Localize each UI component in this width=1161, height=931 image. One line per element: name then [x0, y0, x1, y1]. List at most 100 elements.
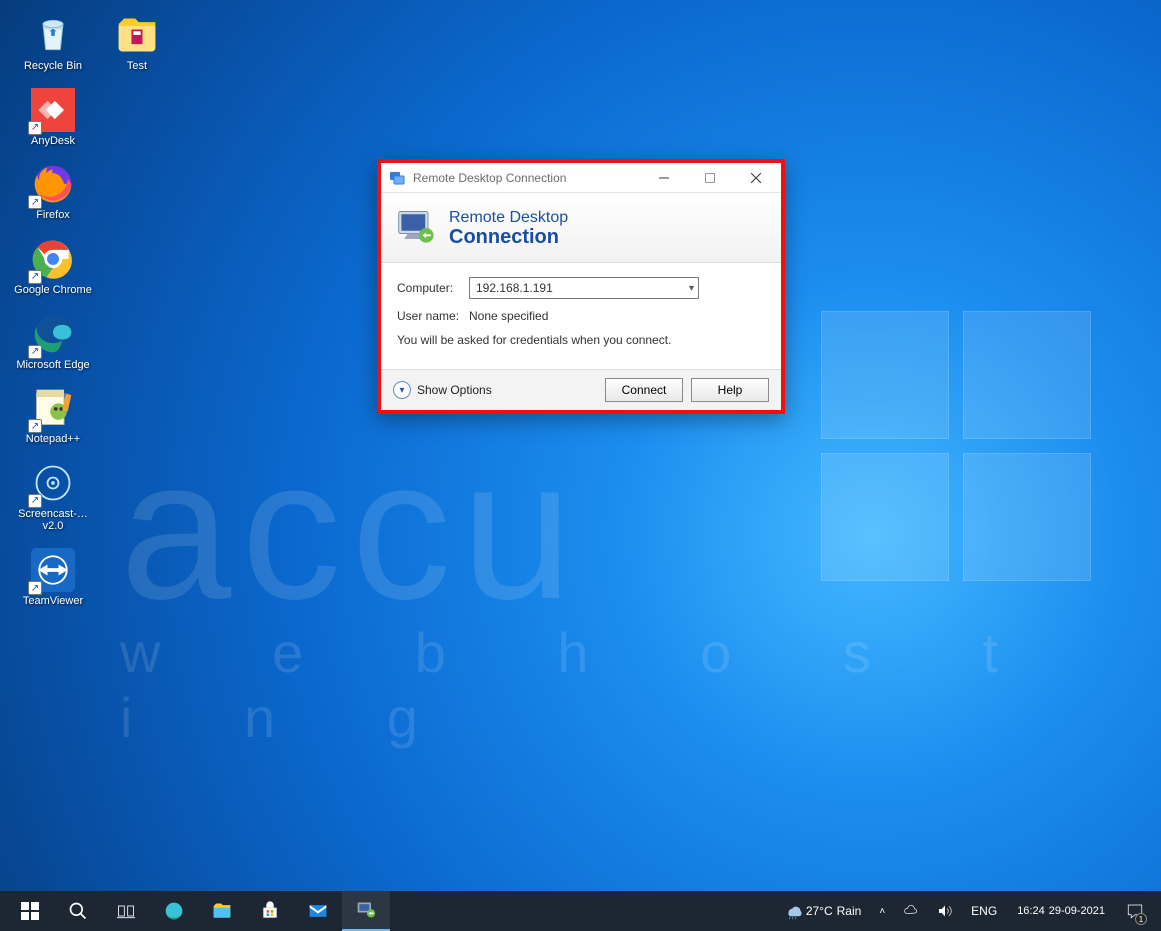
desktop-icon-test-folder[interactable]: Test — [98, 12, 176, 73]
shortcut-arrow-icon: ↗ — [28, 345, 42, 359]
weather-desc: Rain — [837, 904, 862, 918]
desktop-icon-chrome[interactable]: ↗ Google Chrome — [14, 236, 92, 297]
edge-icon — [164, 901, 184, 921]
credentials-hint: You will be asked for credentials when y… — [397, 333, 765, 347]
chevron-down-circle-icon: ▾ — [393, 381, 411, 399]
desktop-icon-edge[interactable]: ↗ Microsoft Edge — [14, 311, 92, 372]
tray-onedrive[interactable] — [899, 891, 923, 931]
screen: accu w e b h o s t i n g Recycle Bin ↗ A… — [0, 0, 1161, 931]
desktop-icon-label: Google Chrome — [14, 284, 92, 297]
shortcut-arrow-icon: ↗ — [28, 270, 42, 284]
system-tray: 27°C Rain ˄ ENG 16:24 29-09-2021 1 — [780, 891, 1155, 931]
tray-overflow-button[interactable]: ˄ — [875, 891, 889, 931]
dialog-footer: ▾ Show Options Connect Help — [381, 369, 781, 410]
remote-desktop-dialog: Remote Desktop Connection Remote Deskto — [381, 163, 781, 410]
folder-icon — [114, 12, 160, 58]
close-button[interactable] — [733, 164, 779, 192]
dialog-highlight-border: Remote Desktop Connection Remote Deskto — [377, 159, 785, 414]
windows-logo-wallpaper — [821, 311, 1091, 581]
anydesk-icon: ↗ — [30, 87, 76, 133]
firefox-icon: ↗ — [30, 161, 76, 207]
show-options-toggle[interactable]: ▾ Show Options — [393, 381, 597, 399]
notepadpp-icon: ↗ — [30, 385, 76, 431]
computer-label: Computer: — [397, 281, 469, 295]
weather-icon — [784, 902, 802, 920]
chrome-icon: ↗ — [30, 236, 76, 282]
computer-combobox[interactable]: 192.168.1.191 ▾ — [469, 277, 699, 299]
file-explorer-icon — [212, 901, 232, 921]
dialog-banner: Remote Desktop Connection — [381, 193, 781, 263]
desktop-icon-recycle-bin[interactable]: Recycle Bin — [14, 12, 92, 73]
maximize-button[interactable] — [687, 164, 733, 192]
desktop-icons: Recycle Bin ↗ AnyDesk ↗ Firefox — [14, 12, 92, 608]
taskbar-app-edge[interactable] — [150, 891, 198, 931]
desktop-icon-label: Firefox — [36, 209, 70, 222]
chevron-down-icon: ▾ — [689, 283, 694, 294]
watermark-line2: w e b h o s t i n g — [120, 620, 1121, 750]
shortcut-arrow-icon: ↗ — [28, 121, 42, 135]
language-label: ENG — [971, 904, 997, 918]
tray-clock[interactable]: 16:24 29-09-2021 — [1011, 891, 1111, 931]
screencast-icon: ↗ — [30, 460, 76, 506]
desktop[interactable]: accu w e b h o s t i n g Recycle Bin ↗ A… — [0, 0, 1161, 891]
banner-line2: Connection — [449, 227, 568, 247]
desktop-icon-label: AnyDesk — [31, 135, 75, 148]
mail-icon — [308, 901, 328, 921]
desktop-icon-firefox[interactable]: ↗ Firefox — [14, 161, 92, 222]
taskbar-app-store[interactable] — [246, 891, 294, 931]
shortcut-arrow-icon: ↗ — [28, 494, 42, 508]
connect-button[interactable]: Connect — [605, 378, 683, 402]
minimize-button[interactable] — [641, 164, 687, 192]
taskbar: 27°C Rain ˄ ENG 16:24 29-09-2021 1 — [0, 891, 1161, 931]
username-label: User name: — [397, 309, 469, 323]
dialog-banner-text: Remote Desktop Connection — [449, 209, 568, 247]
desktop-icon-notepadpp[interactable]: ↗ Notepad++ — [14, 385, 92, 446]
start-button[interactable] — [6, 891, 54, 931]
clock-date: 29-09-2021 — [1049, 905, 1105, 918]
taskbar-app-mail[interactable] — [294, 891, 342, 931]
desktop-icon-screencast[interactable]: ↗ Screencast-… v2.0 — [14, 460, 92, 533]
shortcut-arrow-icon: ↗ — [28, 419, 42, 433]
chevron-up-icon: ˄ — [879, 906, 885, 917]
store-icon — [260, 901, 280, 921]
action-center-button[interactable]: 1 — [1121, 891, 1149, 931]
clock-time: 16:24 — [1017, 905, 1045, 918]
banner-line1: Remote Desktop — [449, 209, 568, 227]
shortcut-arrow-icon: ↗ — [28, 581, 42, 595]
speaker-icon — [937, 903, 953, 919]
task-view-icon — [116, 901, 136, 921]
computer-value: 192.168.1.191 — [476, 281, 553, 295]
rdc-banner-icon — [395, 206, 439, 250]
task-view-button[interactable] — [102, 891, 150, 931]
desktop-icon-label: Screencast-… v2.0 — [14, 508, 92, 533]
tray-volume[interactable] — [933, 891, 957, 931]
desktop-icon-label: Recycle Bin — [24, 60, 82, 73]
username-value: None specified — [469, 309, 765, 323]
notification-count: 1 — [1135, 913, 1147, 925]
rdc-title-icon — [389, 170, 405, 186]
taskbar-app-explorer[interactable] — [198, 891, 246, 931]
cloud-icon — [903, 903, 919, 919]
desktop-icon-label: Microsoft Edge — [16, 359, 89, 372]
edge-icon: ↗ — [30, 311, 76, 357]
weather-temp: 27°C — [806, 904, 833, 918]
weather-widget[interactable]: 27°C Rain — [780, 891, 866, 931]
dialog-titlebar[interactable]: Remote Desktop Connection — [381, 163, 781, 193]
tray-language[interactable]: ENG — [967, 891, 1001, 931]
taskbar-app-rdc[interactable] — [342, 891, 390, 931]
show-options-label: Show Options — [417, 383, 492, 397]
rdc-icon — [356, 900, 376, 920]
desktop-icon-label: Notepad++ — [26, 433, 80, 446]
desktop-icon-label: TeamViewer — [23, 595, 83, 608]
dialog-title: Remote Desktop Connection — [413, 171, 641, 185]
shortcut-arrow-icon: ↗ — [28, 195, 42, 209]
windows-logo-icon — [21, 902, 39, 920]
help-button[interactable]: Help — [691, 378, 769, 402]
teamviewer-icon: ↗ — [30, 547, 76, 593]
desktop-icon-teamviewer[interactable]: ↗ TeamViewer — [14, 547, 92, 608]
search-button[interactable] — [54, 891, 102, 931]
search-icon — [68, 901, 88, 921]
desktop-icon-anydesk[interactable]: ↗ AnyDesk — [14, 87, 92, 148]
desktop-icon-label: Test — [127, 60, 147, 73]
dialog-body: Computer: 192.168.1.191 ▾ User name: Non… — [381, 263, 781, 369]
